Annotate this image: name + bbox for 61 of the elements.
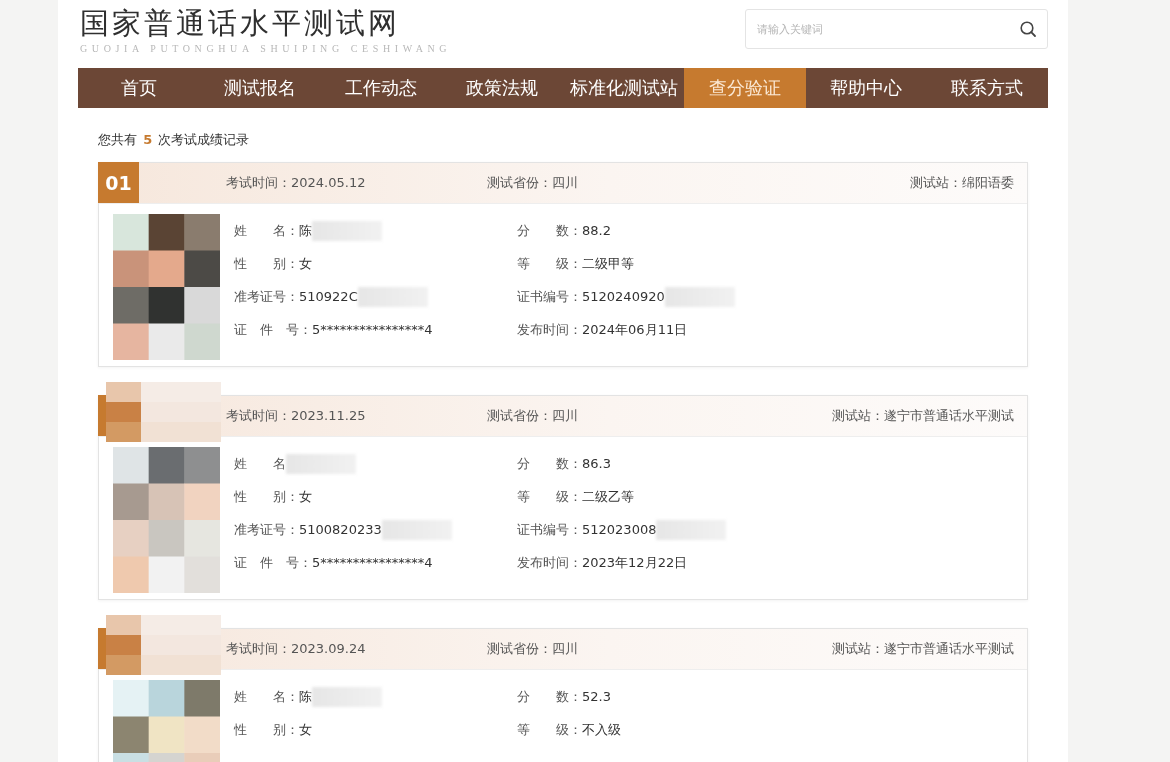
exam-time: 考试时间：2023.11.25	[226, 407, 367, 425]
field-label: 等 级：	[517, 254, 582, 273]
field-value: 2024年06月11日	[582, 320, 688, 339]
nav-tab[interactable]: 政策法规	[441, 68, 563, 108]
record-count-text: 您共有 5 次考试成绩记录	[98, 132, 250, 147]
field-label: 性 别：	[234, 254, 299, 273]
test-station: 测试站：遂宁市普通话水平测试	[832, 407, 1014, 425]
field-value: 陈	[299, 221, 312, 240]
field-value: 女	[299, 720, 312, 739]
field-label: 发布时间：	[517, 320, 582, 339]
field-value: 5120240920	[582, 289, 665, 304]
exam-province: 测试省份：四川	[487, 174, 578, 192]
field-value: 510922C	[299, 289, 358, 304]
field-label: 姓 名：	[234, 221, 299, 240]
field-label: 性 别：	[234, 720, 299, 739]
field-value: 二级乙等	[582, 487, 634, 506]
test-station: 测试站：绵阳语委	[910, 174, 1014, 192]
field-value: 2023年12月22日	[582, 553, 688, 572]
field-label: 姓 名	[234, 454, 286, 473]
field-value: 5****************4	[312, 555, 433, 570]
test-station: 测试站：遂宁市普通话水平测试	[832, 640, 1014, 658]
nav-tab[interactable]: 首页	[78, 68, 200, 108]
field-value: 不入级	[582, 720, 621, 739]
search-icon[interactable]	[1019, 20, 1037, 38]
site-subtitle: GUOJIA PUTONGHUA SHUIPING CESHIWANG	[80, 43, 452, 54]
nav-tab[interactable]: 联系方式	[926, 68, 1048, 108]
record-number: 01	[98, 162, 139, 203]
nav-tab[interactable]: 测试报名	[199, 68, 321, 108]
field-label: 性 别：	[234, 487, 299, 506]
field-value: 二级甲等	[582, 254, 634, 273]
nav-tab[interactable]: 标准化测试站	[563, 68, 685, 108]
field-label: 发布时间：	[517, 553, 582, 572]
field-label: 证 件 号：	[234, 553, 312, 572]
field-value: 52.3	[582, 689, 611, 704]
field-value: 陈	[299, 687, 312, 706]
field-value: 5****************4	[312, 322, 433, 337]
field-label: 分 数：	[517, 687, 582, 706]
field-label: 证书编号：	[517, 520, 582, 539]
field-label: 等 级：	[517, 487, 582, 506]
field-label: 分 数：	[517, 221, 582, 240]
field-label: 证书编号：	[517, 287, 582, 306]
field-label: 准考证号：	[234, 287, 299, 306]
field-value: 女	[299, 487, 312, 506]
field-value: 512023008	[582, 522, 657, 537]
nav-tab[interactable]: 帮助中心	[805, 68, 927, 108]
site-title: 国家普通话水平测试网	[80, 6, 401, 40]
exam-time: 考试时间：2023.09.24	[226, 640, 367, 658]
field-label: 分 数：	[517, 454, 582, 473]
field-value: 5100820233	[299, 522, 382, 537]
exam-time: 考试时间：2024.05.12	[226, 174, 367, 192]
field-value: 88.2	[582, 223, 611, 238]
search-field[interactable]: 请输入关键词	[745, 9, 1048, 49]
field-label: 姓 名：	[234, 687, 299, 706]
field-label: 等 级：	[517, 720, 582, 739]
exam-province: 测试省份：四川	[487, 640, 578, 658]
exam-province: 测试省份：四川	[487, 407, 578, 425]
nav-tab[interactable]: 工作动态	[320, 68, 442, 108]
field-value: 86.3	[582, 456, 611, 471]
field-label: 证 件 号：	[234, 320, 312, 339]
field-label: 准考证号：	[234, 520, 299, 539]
field-value: 女	[299, 254, 312, 273]
